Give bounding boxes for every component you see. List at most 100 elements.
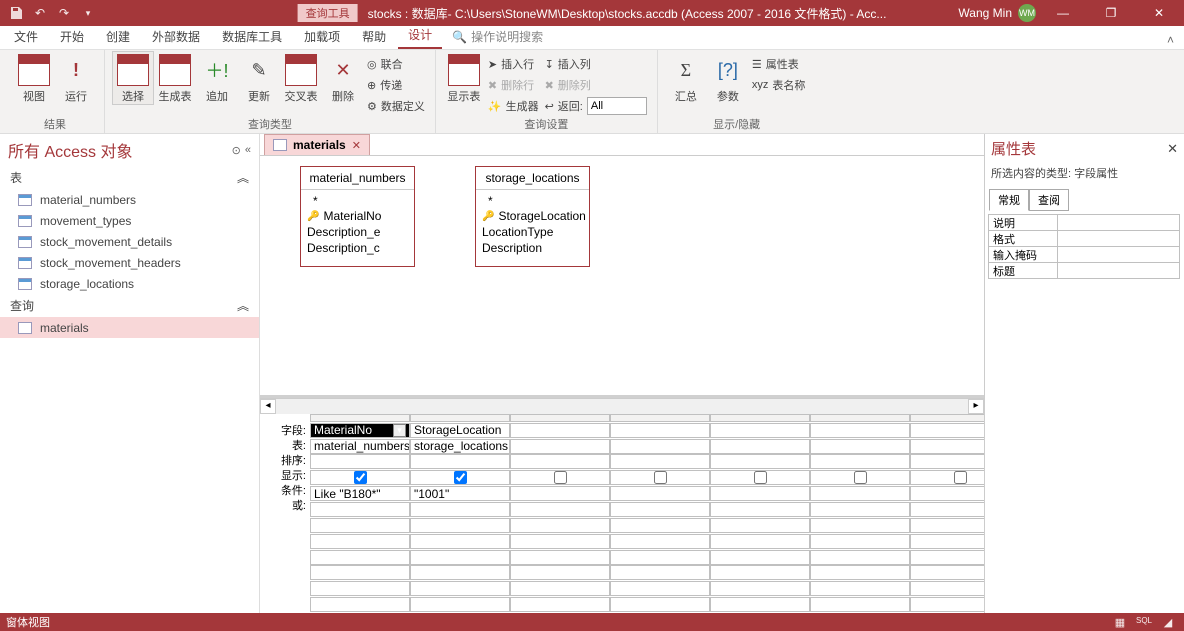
qbe-blank-cell[interactable] <box>510 502 610 517</box>
qbe-sort-cell[interactable] <box>610 454 710 469</box>
field-star[interactable]: * <box>482 194 583 208</box>
qbe-blank-cell[interactable] <box>910 550 984 565</box>
tab-design[interactable]: 设计 <box>398 22 442 49</box>
qbe-blank-cell[interactable] <box>410 565 510 580</box>
qbe-show-checkbox[interactable] <box>954 471 967 484</box>
qbe-blank-cell[interactable] <box>910 518 984 533</box>
prop-value[interactable] <box>1057 214 1180 231</box>
qbe-col-selector[interactable] <box>510 414 610 422</box>
view-datasheet-icon[interactable]: ▦ <box>1110 616 1130 629</box>
prop-tab-general[interactable]: 常规 <box>989 189 1029 211</box>
qat-more-icon[interactable]: ▾ <box>78 3 98 23</box>
table-box-header[interactable]: storage_locations <box>476 167 589 190</box>
qbe-blank-cell[interactable] <box>410 502 510 517</box>
tab-home[interactable]: 开始 <box>50 24 94 49</box>
prop-row[interactable]: 输入掩码 <box>989 247 1180 263</box>
user-avatar[interactable]: WM <box>1018 4 1036 22</box>
qbe-blank-cell[interactable] <box>310 597 410 612</box>
qbe-blank-cell[interactable] <box>510 581 610 596</box>
qbe-blank-cell[interactable] <box>310 550 410 565</box>
scroll-left-icon[interactable]: ◂ <box>260 399 276 414</box>
qbe-field-cell[interactable] <box>810 423 910 438</box>
nav-item-storage_locations[interactable]: storage_locations <box>0 273 259 294</box>
prop-row[interactable]: 说明 <box>989 215 1180 231</box>
qbe-blank-cell[interactable] <box>910 581 984 596</box>
user-name[interactable]: Wang Min <box>958 6 1012 20</box>
table-box-material_numbers[interactable]: material_numbers*🔑MaterialNoDescription_… <box>300 166 415 267</box>
close-button[interactable]: ✕ <box>1138 0 1180 26</box>
qbe-criteria-cell[interactable] <box>810 486 910 501</box>
qbe-blank-cell[interactable] <box>710 534 810 549</box>
nav-item-stock_movement_headers[interactable]: stock_movement_headers <box>0 252 259 273</box>
maketable-button[interactable]: 生成表 <box>155 52 195 104</box>
params-button[interactable]: [?]参数 <box>708 52 748 104</box>
query-design-surface[interactable]: material_numbers * 🔑MaterialNoDescription_… <box>260 156 984 398</box>
field-LocationType[interactable]: LocationType <box>482 224 583 240</box>
document-tab-materials[interactable]: materials ✕ <box>264 134 370 155</box>
qbe-criteria-cell[interactable] <box>510 486 610 501</box>
qbe-sort-cell[interactable] <box>310 454 410 469</box>
view-sql-icon[interactable]: SQL <box>1134 616 1154 629</box>
tab-addins[interactable]: 加载项 <box>294 24 350 49</box>
redo-icon[interactable]: ↷ <box>54 3 74 23</box>
restore-button[interactable]: ❐ <box>1090 0 1132 26</box>
qbe-sort-cell[interactable] <box>810 454 910 469</box>
qbe-blank-cell[interactable] <box>810 597 910 612</box>
qbe-field-cell[interactable]: StorageLocation <box>410 423 510 438</box>
tab-dbtools[interactable]: 数据库工具 <box>212 24 292 49</box>
table-box-header[interactable]: material_numbers <box>301 167 414 190</box>
prop-value[interactable] <box>1057 262 1180 279</box>
qbe-show-checkbox[interactable] <box>454 471 467 484</box>
qbe-blank-cell[interactable] <box>710 502 810 517</box>
propsheet-button[interactable]: ☰属性表 <box>750 54 808 74</box>
field-MaterialNo[interactable]: 🔑MaterialNo <box>307 208 408 224</box>
tab-help[interactable]: 帮助 <box>352 24 396 49</box>
run-button[interactable]: !运行 <box>56 52 96 104</box>
qbe-blank-cell[interactable] <box>310 581 410 596</box>
qbe-blank-cell[interactable] <box>910 534 984 549</box>
qbe-show-checkbox[interactable] <box>654 471 667 484</box>
qbe-field-cell[interactable] <box>910 423 984 438</box>
prop-value[interactable] <box>1057 230 1180 247</box>
field-Description_e[interactable]: Description_e <box>307 224 408 240</box>
prop-tab-lookup[interactable]: 查阅 <box>1029 189 1069 211</box>
qbe-blank-cell[interactable] <box>710 597 810 612</box>
qbe-col-selector[interactable] <box>710 414 810 422</box>
qbe-blank-cell[interactable] <box>610 518 710 533</box>
qbe-blank-cell[interactable] <box>310 502 410 517</box>
qbe-sort-cell[interactable] <box>510 454 610 469</box>
qbe-blank-cell[interactable] <box>510 597 610 612</box>
minimize-button[interactable]: — <box>1042 0 1084 26</box>
horizontal-scrollbar[interactable]: ◂▸ <box>260 398 984 414</box>
qbe-blank-cell[interactable] <box>310 565 410 580</box>
propsheet-close-icon[interactable]: ✕ <box>1167 141 1178 157</box>
qbe-blank-cell[interactable] <box>710 550 810 565</box>
prop-value[interactable] <box>1057 246 1180 263</box>
qbe-blank-cell[interactable] <box>610 534 710 549</box>
qbe-sort-cell[interactable] <box>410 454 510 469</box>
qbe-show-cell[interactable] <box>310 470 410 485</box>
field-StorageLocation[interactable]: 🔑StorageLocation <box>482 208 583 224</box>
nav-collapse-icon[interactable]: « <box>245 144 251 157</box>
nav-dropdown-icon[interactable]: ⊙ <box>232 144 241 157</box>
qbe-col-selector[interactable] <box>610 414 710 422</box>
nav-section-tables[interactable]: 表︽ <box>0 166 259 189</box>
nav-item-stock_movement_details[interactable]: stock_movement_details <box>0 231 259 252</box>
qbe-blank-cell[interactable] <box>810 518 910 533</box>
insert-row-button[interactable]: ➤插入行 <box>486 54 541 74</box>
qbe-table-cell[interactable]: material_numbers <box>310 439 410 454</box>
delete-col-button[interactable]: ✖删除列 <box>543 75 649 95</box>
qbe-show-checkbox[interactable] <box>354 471 367 484</box>
qbe-blank-cell[interactable] <box>410 518 510 533</box>
qbe-show-cell[interactable] <box>910 470 984 485</box>
qbe-show-cell[interactable] <box>610 470 710 485</box>
close-tab-icon[interactable]: ✕ <box>352 139 361 152</box>
nav-item-movement_types[interactable]: movement_types <box>0 210 259 231</box>
qbe-show-cell[interactable] <box>710 470 810 485</box>
update-button[interactable]: ✎更新 <box>239 52 279 104</box>
totals-button[interactable]: Σ汇总 <box>666 52 706 104</box>
qbe-field-cell[interactable] <box>610 423 710 438</box>
qbe-blank-cell[interactable] <box>610 581 710 596</box>
prop-row[interactable]: 格式 <box>989 231 1180 247</box>
union-button[interactable]: ◎联合 <box>365 54 427 74</box>
